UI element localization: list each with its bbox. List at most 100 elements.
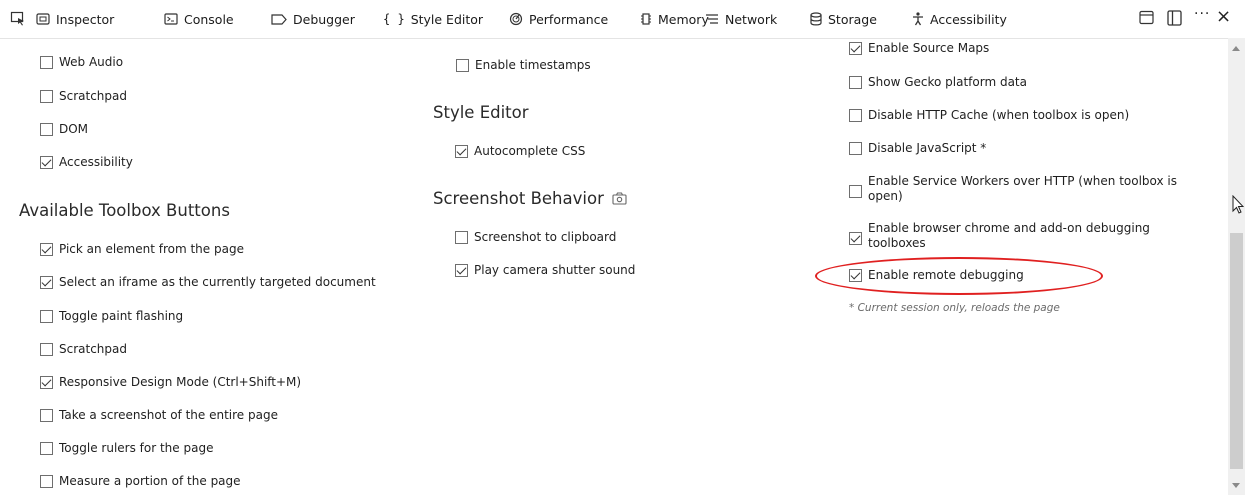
dock-side-icon[interactable] (1167, 10, 1182, 29)
mouse-cursor-icon (1232, 195, 1244, 214)
console-icon (164, 13, 178, 25)
settings-panel: Web Audio Scratchpad DOM Accessibility A… (0, 38, 1228, 495)
scroll-up-icon[interactable] (1232, 46, 1240, 51)
remote-debugging-highlight (815, 257, 1103, 295)
heading-label: Screenshot Behavior (433, 189, 604, 208)
scrollbar-thumb[interactable] (1230, 233, 1243, 469)
tab-memory[interactable]: Memory (640, 0, 709, 38)
checkbox-label: Toggle rulers for the page (59, 441, 214, 455)
checkbox-icon[interactable] (849, 184, 862, 198)
checkbox-icon[interactable] (40, 243, 53, 256)
network-icon (706, 14, 718, 24)
checkbox-label: Accessibility (59, 155, 133, 169)
tab-network[interactable]: Network (705, 0, 777, 38)
checkbox-icon[interactable] (849, 42, 862, 55)
checkbox-label: Autocomplete CSS (474, 144, 586, 158)
tab-label: Inspector (56, 11, 115, 27)
checkbox-select-iframe[interactable]: Select an iframe as the currently target… (40, 275, 376, 290)
checkbox-icon[interactable] (849, 142, 862, 155)
checkbox-icon[interactable] (40, 56, 53, 69)
element-picker-icon[interactable] (10, 10, 26, 26)
tab-inspector[interactable]: Inspector (36, 0, 114, 38)
checkbox-service-workers-http[interactable]: Enable Service Workers over HTTP (when t… (849, 174, 1209, 204)
session-only-note: * Current session only, reloads the page (849, 302, 1060, 314)
checkbox-icon[interactable] (40, 156, 53, 169)
tab-performance[interactable]: Performance (509, 0, 608, 38)
checkbox-label: Disable HTTP Cache (when toolbox is open… (868, 108, 1130, 122)
checkbox-label: Measure a portion of the page (59, 474, 241, 488)
available-toolbox-buttons-heading: Available Toolbox Buttons (19, 201, 230, 220)
tab-style-editor[interactable]: { } Style Editor (383, 0, 483, 38)
vertical-scrollbar[interactable] (1228, 38, 1245, 495)
checkbox-label: Pick an element from the page (59, 242, 244, 256)
tab-console[interactable]: Console (164, 0, 234, 38)
checkbox-label: Enable Source Maps (868, 41, 990, 55)
checkbox-autocomplete-css[interactable]: Autocomplete CSS (455, 144, 585, 159)
checkbox-screenshot-clipboard[interactable]: Screenshot to clipboard (455, 230, 616, 245)
checkbox-icon[interactable] (40, 276, 53, 289)
checkbox-pick-element[interactable]: Pick an element from the page (40, 242, 244, 257)
checkbox-icon[interactable] (40, 90, 53, 103)
more-options-button[interactable]: ··· (1194, 6, 1210, 22)
checkbox-camera-shutter-sound[interactable]: Play camera shutter sound (455, 263, 635, 278)
checkbox-icon[interactable] (40, 123, 53, 136)
tab-debugger[interactable]: Debugger (271, 0, 355, 38)
checkbox-label: Screenshot to clipboard (474, 230, 617, 244)
tab-accessibility[interactable]: Accessibility (912, 0, 1007, 38)
checkbox-accessibility[interactable]: Accessibility (40, 155, 133, 170)
checkbox-label: Toggle paint flashing (59, 309, 184, 323)
tab-label: Memory (658, 11, 709, 27)
checkbox-icon[interactable] (40, 475, 53, 488)
checkbox-toggle-rulers[interactable]: Toggle rulers for the page (40, 441, 213, 456)
checkbox-responsive-design-mode[interactable]: Responsive Design Mode (Ctrl+Shift+M) (40, 375, 301, 390)
checkbox-label: Enable Service Workers over HTTP (when t… (868, 174, 1178, 203)
checkbox-icon[interactable] (849, 76, 862, 89)
checkbox-icon[interactable] (455, 231, 468, 244)
memory-icon (641, 13, 651, 25)
checkbox-disable-http-cache[interactable]: Disable HTTP Cache (when toolbox is open… (849, 108, 1129, 123)
checkbox-label: Web Audio (59, 55, 124, 69)
checkbox-label: Select an iframe as the currently target… (59, 275, 376, 289)
checkbox-scratchpad-button[interactable]: Scratchpad (40, 342, 127, 357)
checkbox-icon[interactable] (849, 109, 862, 122)
devtools-toolbar: Inspector Console Debugger { } Style Edi… (0, 0, 1245, 39)
style-editor-heading: Style Editor (433, 103, 529, 122)
checkbox-label: Responsive Design Mode (Ctrl+Shift+M) (59, 375, 302, 389)
checkbox-icon[interactable] (40, 343, 53, 356)
checkbox-screenshot-page[interactable]: Take a screenshot of the entire page (40, 408, 278, 423)
performance-icon (509, 12, 523, 26)
debugger-icon (271, 13, 287, 25)
checkbox-icon[interactable] (849, 231, 862, 245)
checkbox-label: Play camera shutter sound (474, 263, 636, 277)
checkbox-browser-chrome-debugging[interactable]: Enable browser chrome and add-on debuggi… (849, 221, 1209, 251)
checkbox-web-audio[interactable]: Web Audio (40, 55, 123, 70)
camera-icon (612, 192, 627, 205)
checkbox-icon[interactable] (455, 264, 468, 277)
scroll-down-icon[interactable] (1232, 483, 1240, 488)
tab-label: Accessibility (930, 11, 1007, 27)
dock-bottom-icon[interactable] (1139, 10, 1154, 28)
checkbox-icon[interactable] (40, 376, 53, 389)
checkbox-icon[interactable] (40, 442, 53, 455)
style-editor-icon: { } (383, 12, 405, 26)
checkbox-source-maps[interactable]: Enable Source Maps (849, 41, 989, 56)
checkbox-measure-portion[interactable]: Measure a portion of the page (40, 474, 241, 489)
checkbox-gecko-platform-data[interactable]: Show Gecko platform data (849, 75, 1027, 90)
checkbox-paint-flashing[interactable]: Toggle paint flashing (40, 309, 183, 324)
tab-label: Style Editor (410, 11, 484, 27)
checkbox-enable-timestamps[interactable]: Enable timestamps (456, 58, 591, 73)
close-button[interactable]: × (1216, 8, 1231, 26)
checkbox-icon[interactable] (456, 59, 469, 72)
checkbox-scratchpad-tool[interactable]: Scratchpad (40, 89, 127, 104)
inspector-icon (36, 13, 50, 25)
checkbox-label: Scratchpad (59, 89, 127, 103)
checkbox-icon[interactable] (40, 310, 53, 323)
checkbox-disable-javascript[interactable]: Disable JavaScript * (849, 141, 986, 156)
tab-label: Console (184, 11, 234, 27)
checkbox-dom[interactable]: DOM (40, 122, 88, 137)
tab-storage[interactable]: Storage (810, 0, 877, 38)
checkbox-icon[interactable] (455, 145, 468, 158)
checkbox-label: Show Gecko platform data (868, 75, 1027, 89)
storage-icon (810, 12, 822, 26)
checkbox-icon[interactable] (40, 409, 53, 422)
